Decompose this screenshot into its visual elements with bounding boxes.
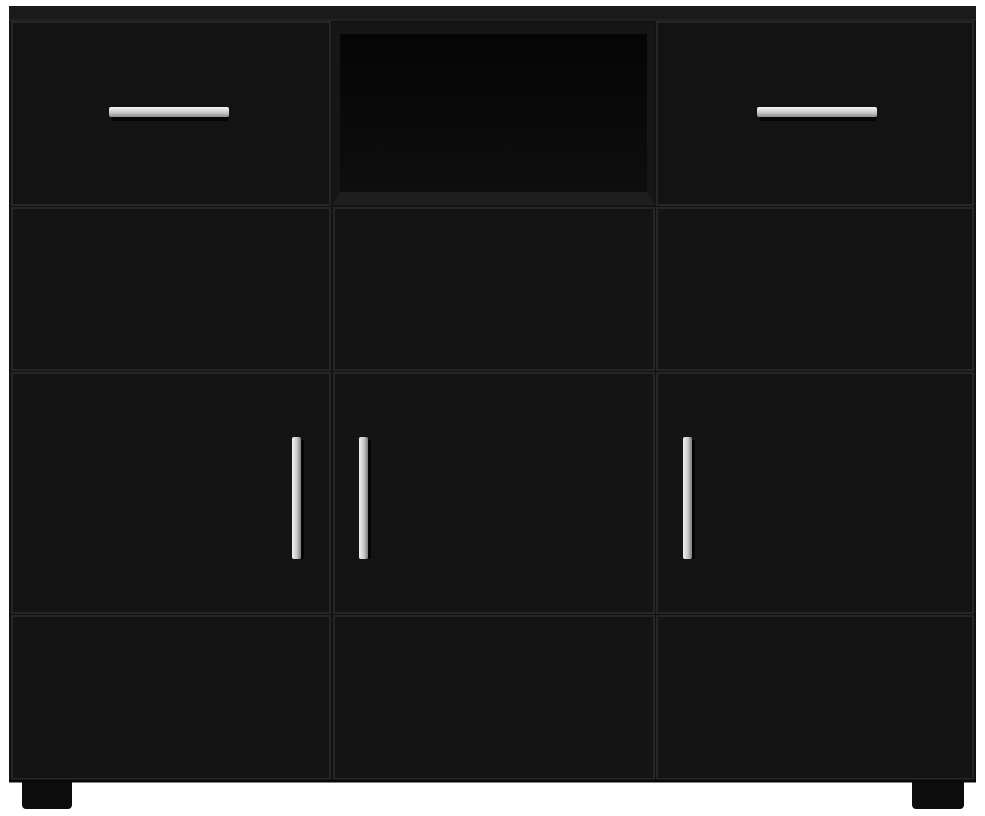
right-drawer-handle-shadow (760, 117, 876, 121)
lower-panels (11, 615, 974, 780)
lower-center-panel (333, 615, 655, 780)
right-door (656, 372, 974, 614)
left-drawer-handle (109, 107, 229, 117)
cabinet-top-edge (9, 6, 976, 20)
upper-panels (11, 207, 974, 371)
upper-right-panel (656, 207, 974, 371)
sideboard-photo (0, 0, 985, 816)
left-door-handle-shadow (301, 440, 304, 559)
right-drawer-handle (757, 107, 877, 117)
center-door (333, 372, 655, 614)
upper-center-panel (333, 207, 655, 371)
right-door-handle-shadow (692, 440, 695, 559)
left-door (11, 372, 331, 614)
lower-right-panel (656, 615, 974, 780)
niche-interior (340, 34, 647, 192)
open-compartment (332, 22, 655, 205)
center-door-handle-shadow (368, 440, 371, 559)
left-door-handle (292, 437, 301, 559)
doors (11, 372, 974, 614)
left-drawer-handle-shadow (112, 117, 228, 121)
lower-left-panel (11, 615, 331, 780)
center-door-handle (359, 437, 368, 559)
right-door-handle (683, 437, 692, 559)
niche-floor (332, 192, 655, 205)
upper-left-panel (11, 207, 331, 371)
